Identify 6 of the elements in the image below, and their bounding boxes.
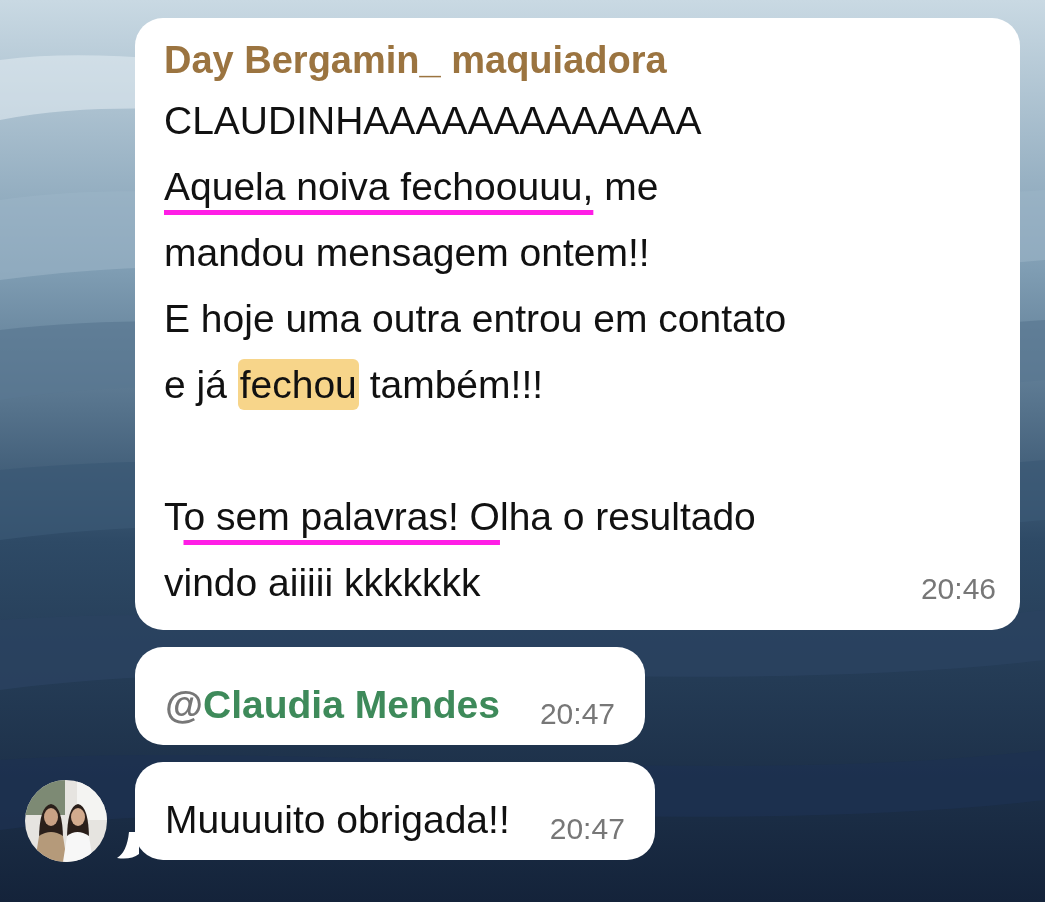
message-time: 20:47 xyxy=(539,697,615,731)
mention-link[interactable]: @Claudia Mendes xyxy=(165,679,500,731)
message-text: Muuuuito obrigada!! xyxy=(165,797,510,843)
message-time: 20:46 xyxy=(920,572,996,606)
message-time: 20:47 xyxy=(549,812,625,846)
sender-name: Day Bergamin_ maquiadora xyxy=(164,38,668,83)
